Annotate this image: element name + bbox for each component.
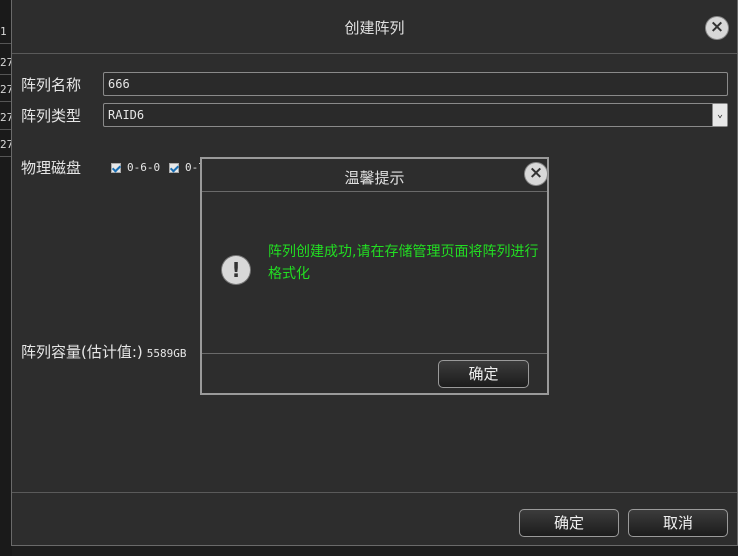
capacity-label: 阵列容量(估计值:) [21,343,143,361]
tip-modal: 温馨提示 × ! 阵列创建成功,请在存储管理页面将阵列进行格式化 确定 [200,157,549,395]
capacity-value: 5589GB [146,347,187,360]
dialog-close-icon[interactable]: × [706,17,728,39]
physical-disk-label: 物理磁盘 [21,159,82,177]
array-type-value: RAID6 [108,108,145,122]
cancel-button[interactable]: 取消 [628,509,728,537]
modal-titlebar: 温馨提示 × [202,159,547,192]
chevron-down-icon[interactable]: ⌄ [712,104,727,126]
modal-close-icon[interactable]: × [525,163,547,185]
array-name-input[interactable]: 666 [103,72,728,96]
dialog-footer-divider [12,492,737,493]
modal-message: 阵列创建成功,请在存储管理页面将阵列进行格式化 [268,244,539,282]
array-type-select[interactable]: RAID6 ⌄ [103,103,728,127]
modal-footer-divider [202,353,547,354]
array-type-label: 阵列类型 [21,107,82,125]
warning-icon: ! [222,256,250,284]
checkbox-checked-icon[interactable] [169,162,179,173]
modal-ok-button[interactable]: 确定 [438,360,529,388]
array-name-label: 阵列名称 [21,76,82,94]
dialog-title: 创建阵列 [344,19,405,37]
checkbox-checked-icon[interactable] [111,162,121,173]
dialog-titlebar: 创建阵列 × [12,0,737,54]
array-capacity: 阵列容量(估计值:) 5589GB [21,341,187,362]
disk-checkbox-item[interactable]: 0-6-0 [111,161,160,174]
modal-title: 温馨提示 [344,169,405,187]
screen: 1 27 27 27 27 创建阵列 × 阵列名称 666 阵列类型 RAID6… [0,0,738,556]
ok-button[interactable]: 确定 [519,509,619,537]
disk-label: 0-6-0 [127,161,161,174]
